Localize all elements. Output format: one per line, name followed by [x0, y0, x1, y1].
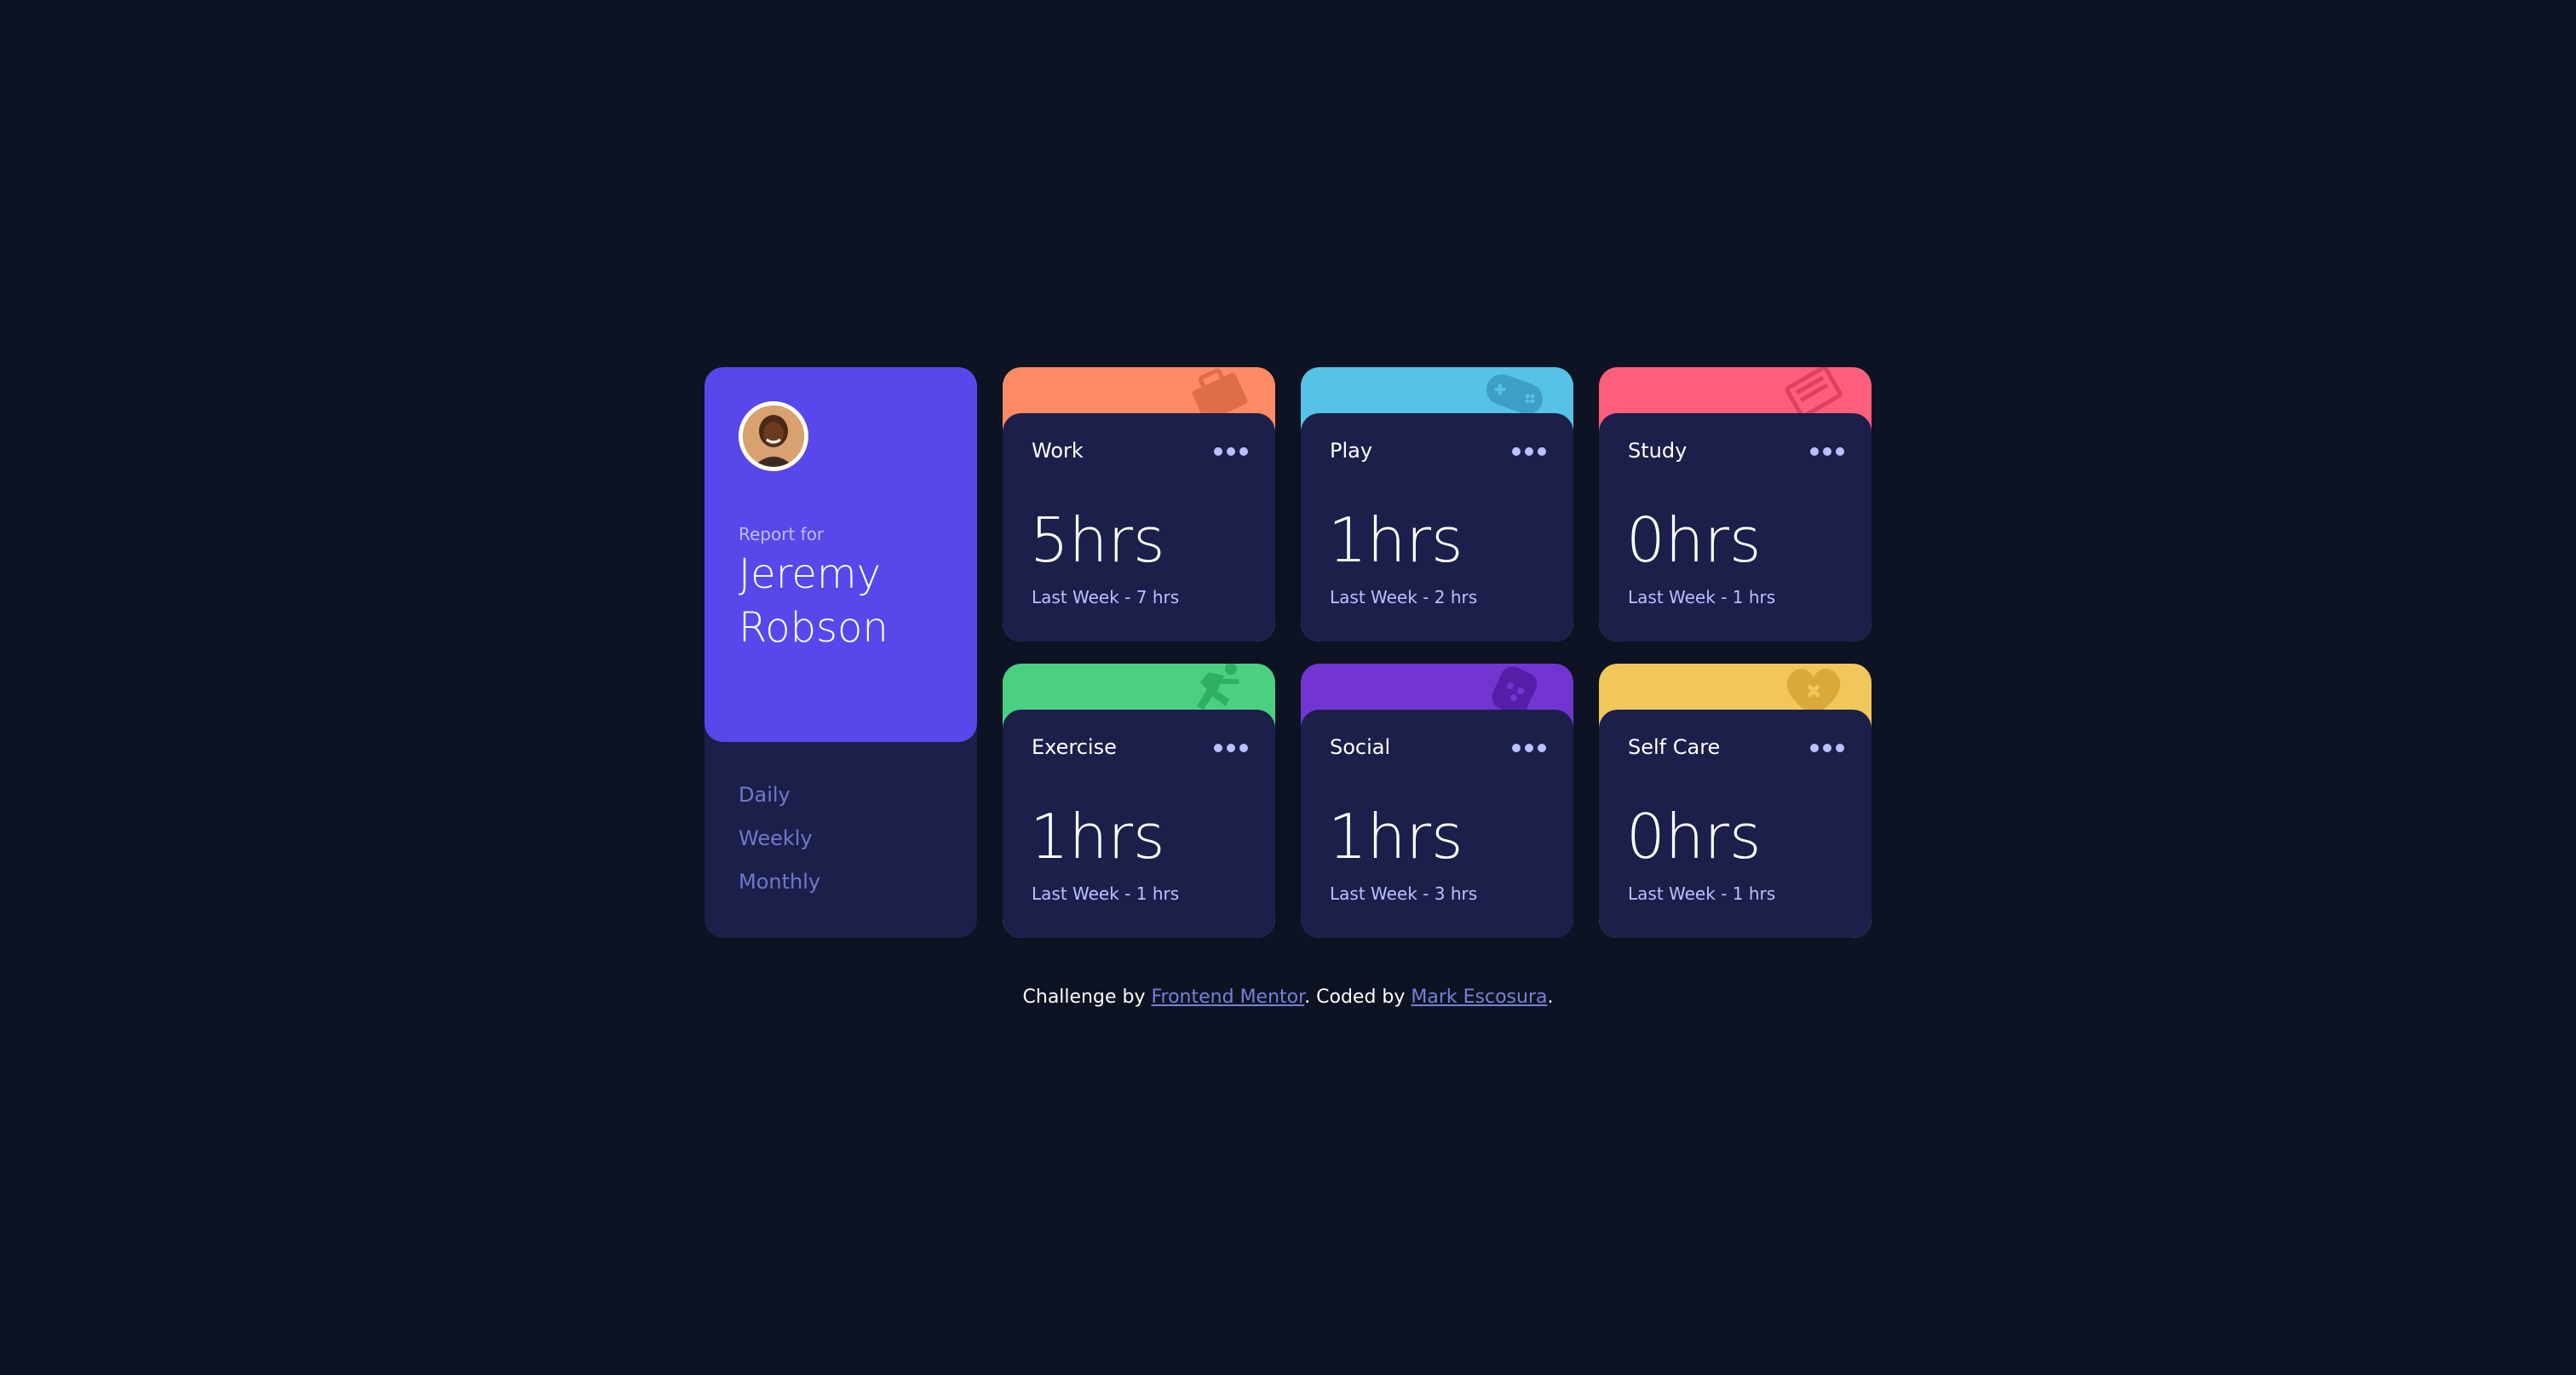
- report-for-label: Report for: [739, 524, 825, 544]
- author-link[interactable]: Mark Escosura: [1411, 987, 1547, 1008]
- activity-card-body: Work 5hrs Last Week - 7 hrs: [1003, 413, 1275, 641]
- user-first-name: Jeremy: [739, 550, 882, 598]
- activity-card-study: Study 0hrs Last Week - 1 hrs: [1599, 367, 1872, 641]
- activity-hours: 0hrs: [1626, 504, 1762, 576]
- ellipsis-icon[interactable]: [1214, 447, 1248, 456]
- activity-title: Play: [1330, 439, 1373, 463]
- ellipsis-icon[interactable]: [1810, 447, 1844, 456]
- activity-previous: Last Week - 7 hrs: [1032, 587, 1180, 607]
- activity-card-play: Play 1hrs Last Week - 2 hrs: [1301, 367, 1573, 641]
- activity-previous: Last Week - 1 hrs: [1628, 587, 1776, 607]
- activity-hours: 1hrs: [1328, 504, 1463, 576]
- attribution: Challenge by Frontend Mentor. Coded by M…: [0, 987, 2576, 1008]
- activity-previous: Last Week - 1 hrs: [1628, 883, 1776, 904]
- ellipsis-icon[interactable]: [1810, 744, 1844, 752]
- activity-hours: 0hrs: [1626, 801, 1762, 872]
- activity-hours: 1hrs: [1030, 801, 1165, 872]
- activity-card-body: Exercise 1hrs Last Week - 1 hrs: [1003, 710, 1275, 938]
- attribution-prefix: Challenge by: [1022, 987, 1152, 1008]
- activity-title: Exercise: [1032, 735, 1117, 759]
- activity-previous: Last Week - 3 hrs: [1330, 883, 1478, 904]
- user-name: Jeremy Robson: [739, 548, 952, 655]
- profile-card: Report for Jeremy Robson Daily Weekly Mo…: [704, 367, 977, 938]
- attribution-middle: . Coded by: [1304, 987, 1412, 1008]
- avatar: [739, 401, 808, 471]
- ellipsis-icon[interactable]: [1512, 447, 1546, 456]
- time-tracking-dashboard: Report for Jeremy Robson Daily Weekly Mo…: [704, 367, 1872, 938]
- activity-previous: Last Week - 2 hrs: [1330, 587, 1478, 607]
- activity-title: Social: [1330, 735, 1391, 759]
- activity-card-body: Study 0hrs Last Week - 1 hrs: [1599, 413, 1872, 641]
- activity-card-body: Self Care 0hrs Last Week - 1 hrs: [1599, 710, 1872, 938]
- timeframe-weekly[interactable]: Weekly: [739, 826, 820, 851]
- profile-header: Report for Jeremy Robson: [704, 367, 977, 742]
- frontend-mentor-link[interactable]: Frontend Mentor: [1151, 987, 1304, 1008]
- activity-hours: 5hrs: [1030, 504, 1165, 576]
- ellipsis-icon[interactable]: [1512, 744, 1546, 752]
- timeframe-daily[interactable]: Daily: [739, 783, 820, 808]
- activity-previous: Last Week - 1 hrs: [1032, 883, 1180, 904]
- activity-title: Study: [1628, 439, 1688, 463]
- attribution-suffix: .: [1547, 987, 1554, 1008]
- activity-card-work: Work 5hrs Last Week - 7 hrs: [1003, 367, 1275, 641]
- activity-card-body: Social 1hrs Last Week - 3 hrs: [1301, 710, 1573, 938]
- activity-card-self-care: Self Care 0hrs Last Week - 1 hrs: [1599, 664, 1872, 938]
- ellipsis-icon[interactable]: [1214, 744, 1248, 752]
- activity-hours: 1hrs: [1328, 801, 1463, 872]
- timeframe-monthly[interactable]: Monthly: [739, 870, 820, 895]
- activity-title: Work: [1032, 439, 1084, 463]
- user-last-name: Robson: [739, 604, 888, 652]
- activity-title: Self Care: [1628, 735, 1721, 759]
- activity-card-exercise: Exercise 1hrs Last Week - 1 hrs: [1003, 664, 1275, 938]
- activity-card-social: Social 1hrs Last Week - 3 hrs: [1301, 664, 1573, 938]
- activity-card-body: Play 1hrs Last Week - 2 hrs: [1301, 413, 1573, 641]
- timeframe-nav: Daily Weekly Monthly: [739, 783, 820, 895]
